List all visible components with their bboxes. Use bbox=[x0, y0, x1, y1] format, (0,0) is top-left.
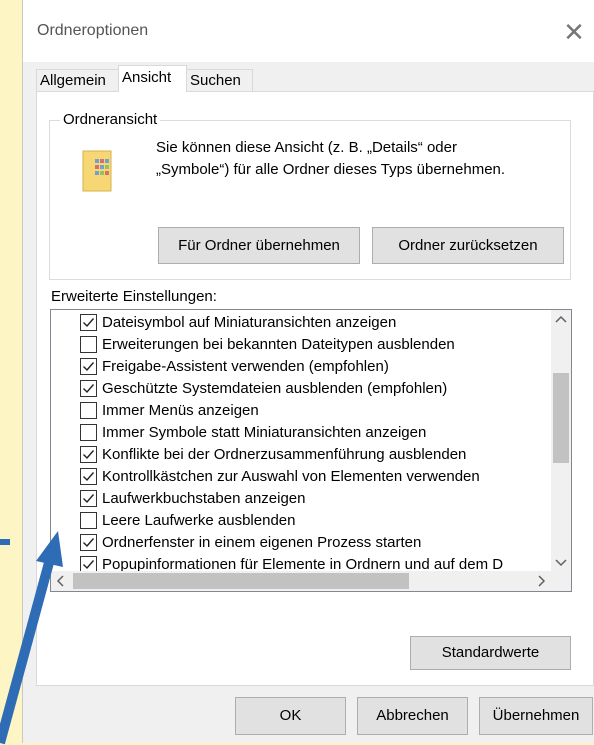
setting-item-label: Konflikte bei der Ordnerzusammenführung … bbox=[102, 446, 467, 463]
tab-allgemein[interactable]: Allgemein bbox=[36, 69, 119, 91]
tab-panel-ansicht: Ordneransicht Sie können diese Ansicht (… bbox=[36, 91, 594, 686]
advanced-settings-label: Erweiterte Einstellungen: bbox=[51, 288, 217, 305]
checkbox-checked[interactable] bbox=[80, 468, 97, 485]
checkbox-unchecked[interactable] bbox=[80, 402, 97, 419]
checkbox-unchecked[interactable] bbox=[80, 336, 97, 353]
setting-item-label: Popupinformationen für Elemente in Ordne… bbox=[102, 556, 504, 572]
apply-to-folders-button[interactable]: Für Ordner übernehmen bbox=[158, 227, 360, 264]
tab-ansicht[interactable]: Ansicht bbox=[118, 65, 187, 92]
setting-item-label: Ordnerfenster in einem eigenen Prozess s… bbox=[102, 534, 422, 551]
checkmark-icon bbox=[83, 472, 95, 482]
folder-options-dialog: Ordneroptionen ✕ Allgemein Ansicht Suche… bbox=[22, 0, 594, 743]
apply-button[interactable]: Übernehmen bbox=[479, 697, 593, 735]
checkbox-checked[interactable] bbox=[80, 490, 97, 507]
setting-item-label: Laufwerkbuchstaben anzeigen bbox=[102, 490, 306, 507]
setting-item-label: Erweiterungen bei bekannten Dateitypen a… bbox=[102, 336, 455, 353]
tab-suchen[interactable]: Suchen bbox=[186, 69, 253, 91]
checkmark-icon bbox=[83, 384, 95, 394]
checkmark-icon bbox=[83, 362, 95, 372]
scroll-down-icon[interactable] bbox=[551, 552, 571, 572]
close-icon[interactable]: ✕ bbox=[554, 14, 594, 50]
window-title: Ordneroptionen bbox=[37, 22, 149, 39]
setting-item-label: Immer Symbole statt Miniaturansichten an… bbox=[102, 424, 427, 441]
checkmark-icon bbox=[83, 494, 95, 504]
setting-item-label: Freigabe-Assistent verwenden (empfohlen) bbox=[102, 358, 389, 375]
restore-defaults-button[interactable]: Standardwerte bbox=[410, 636, 571, 670]
horizontal-scroll-thumb[interactable] bbox=[73, 573, 409, 589]
checkbox-checked[interactable] bbox=[80, 358, 97, 375]
vertical-scrollbar[interactable] bbox=[551, 310, 571, 572]
setting-item-label: Dateisymbol auf Miniaturansichten anzeig… bbox=[102, 314, 397, 331]
setting-item-label: Leere Laufwerke ausblenden bbox=[102, 512, 296, 529]
description-line-2: „Symbole“) für alle Ordner dieses Typs ü… bbox=[156, 161, 506, 178]
horizontal-scrollbar[interactable] bbox=[51, 571, 551, 591]
settings-items: Dateisymbol auf Miniaturansichten anzeig… bbox=[51, 310, 551, 572]
checkbox-checked[interactable] bbox=[80, 314, 97, 331]
folder-view-group: Ordneransicht Sie können diese Ansicht (… bbox=[49, 111, 571, 280]
setting-item-label: Kontrollkästchen zur Auswahl von Element… bbox=[102, 468, 480, 485]
checkbox-unchecked[interactable] bbox=[80, 424, 97, 441]
folder-view-icon bbox=[82, 150, 112, 192]
cancel-button[interactable]: Abbrechen bbox=[357, 697, 468, 735]
checkmark-icon bbox=[83, 318, 95, 328]
vertical-scroll-thumb[interactable] bbox=[553, 373, 569, 463]
checkbox-checked[interactable] bbox=[80, 380, 97, 397]
setting-item-label: Geschützte Systemdateien ausblenden (emp… bbox=[102, 380, 448, 397]
group-label: Ordneransicht bbox=[60, 111, 161, 128]
scroll-right-icon[interactable] bbox=[531, 571, 551, 591]
description-line-1: Sie können diese Ansicht (z. B. „Details… bbox=[156, 139, 457, 156]
setting-item-label: Immer Menüs anzeigen bbox=[102, 402, 259, 419]
reset-folders-button[interactable]: Ordner zurücksetzen bbox=[372, 227, 564, 264]
folder-view-description: Sie können diese Ansicht (z. B. „Details… bbox=[156, 137, 556, 181]
ok-button[interactable]: OK bbox=[235, 697, 346, 735]
checkbox-checked[interactable] bbox=[80, 446, 97, 463]
scroll-corner bbox=[551, 571, 571, 591]
scroll-up-icon[interactable] bbox=[551, 310, 571, 330]
annotation-arrow-icon bbox=[0, 531, 63, 745]
checkmark-icon bbox=[83, 450, 95, 460]
title-bar: Ordneroptionen ✕ bbox=[23, 0, 594, 62]
advanced-settings-list[interactable]: Dateisymbol auf Miniaturansichten anzeig… bbox=[50, 309, 572, 592]
